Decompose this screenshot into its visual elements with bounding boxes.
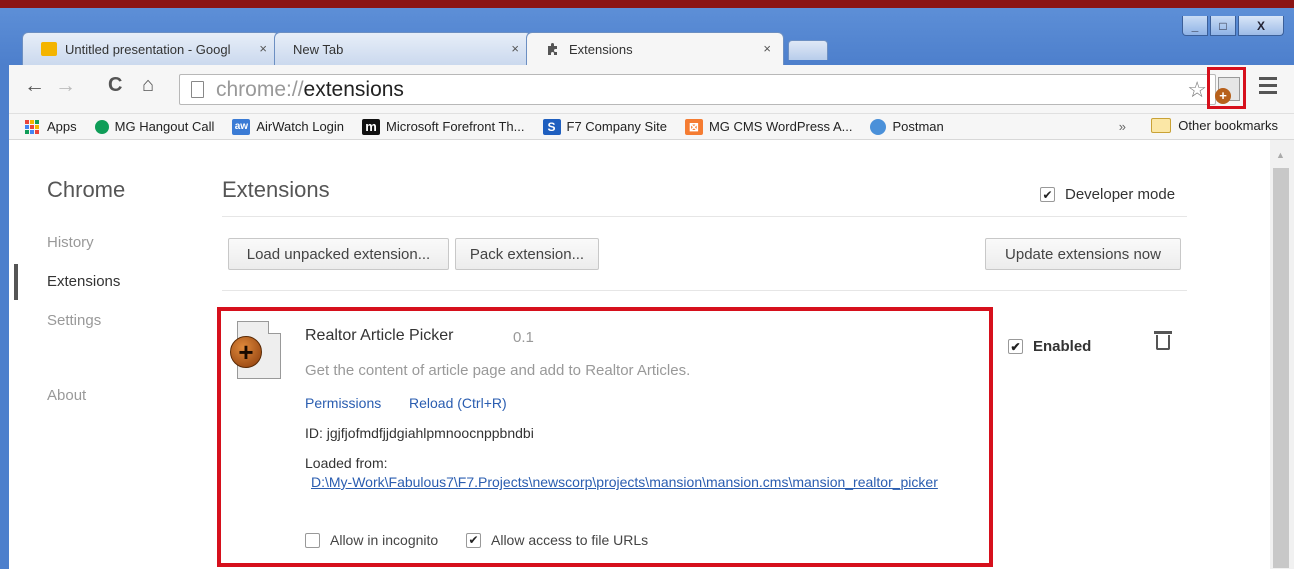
permissions-link[interactable]: Permissions (305, 395, 381, 411)
scrollbar-thumb[interactable] (1273, 168, 1289, 568)
trash-icon[interactable] (1154, 331, 1172, 350)
sidebar-selection-indicator (14, 264, 18, 300)
update-extensions-button[interactable]: Update extensions now (985, 238, 1181, 270)
bookmark-f7-company-site[interactable]: S F7 Company Site (542, 118, 667, 135)
apps-grid-icon (23, 119, 41, 135)
bookmark-label: MG CMS WordPress A... (708, 119, 853, 134)
extension-version: 0.1 (513, 329, 534, 346)
puzzle-icon (545, 41, 561, 57)
bookmark-label: Postman (892, 119, 944, 134)
sidebar-item-extensions[interactable]: Extensions (47, 273, 120, 290)
sidebar-item-settings[interactable]: Settings (47, 312, 101, 329)
sidebar-title: Chrome (47, 177, 126, 202)
bookmark-label: Microsoft Forefront Th... (386, 119, 525, 134)
tab-extensions[interactable]: Extensions × (526, 32, 784, 65)
page-title: Extensions (222, 177, 330, 202)
folder-icon (1151, 118, 1172, 133)
enabled-checkbox[interactable]: ✔ (1008, 339, 1023, 354)
maximize-button[interactable]: □ (1210, 16, 1236, 36)
scroll-up-arrow-icon[interactable]: ▲ (1276, 150, 1285, 160)
extension-icon: + (230, 321, 281, 379)
bookmark-microsoft-forefront[interactable]: m Microsoft Forefront Th... (362, 118, 525, 135)
extension-icon: + (1215, 77, 1240, 104)
bookmark-airwatch-login[interactable]: aw AirWatch Login (232, 118, 345, 135)
buttons-divider (222, 290, 1187, 291)
allow-incognito-option[interactable]: Allow in incognito (305, 532, 438, 548)
wordpress-icon: ⊠ (684, 118, 703, 135)
postman-icon (870, 118, 887, 135)
bookmark-label: Apps (47, 119, 77, 134)
loaded-from-label: Loaded from: (305, 455, 388, 471)
sidebar-item-about[interactable]: About (47, 387, 86, 404)
sidebar-item-history[interactable]: History (47, 234, 94, 251)
other-bookmarks-label: Other bookmarks (1178, 118, 1278, 133)
vertical-scrollbar[interactable]: ▲ (1270, 140, 1294, 569)
allow-file-urls-label: Allow access to file URLs (491, 532, 649, 548)
sharepoint-icon: S (542, 118, 561, 135)
window-controls: _ □ X (1182, 16, 1284, 36)
enabled-label: Enabled (1033, 338, 1092, 355)
tab-new-tab[interactable]: New Tab × (274, 32, 532, 65)
close-window-button[interactable]: X (1238, 16, 1284, 36)
window-top-border (0, 0, 1294, 8)
tab-close-icon[interactable]: × (511, 41, 519, 56)
bookmark-apps[interactable]: Apps (23, 119, 77, 135)
tab-label: Extensions (569, 41, 633, 57)
bookmark-mg-cms-wordpress[interactable]: ⊠ MG CMS WordPress A... (684, 118, 853, 135)
load-unpacked-extension-button[interactable]: Load unpacked extension... (228, 238, 449, 270)
new-tab-button[interactable] (788, 40, 828, 60)
url-text: chrome://extensions (216, 78, 404, 101)
allow-incognito-checkbox[interactable] (305, 532, 320, 548)
developer-mode-checkbox[interactable]: ✔ (1040, 187, 1055, 202)
allow-incognito-label: Allow in incognito (330, 532, 439, 548)
tab-close-icon[interactable]: × (763, 41, 771, 56)
tab-strip: Untitled presentation - Googl × New Tab … (22, 32, 828, 65)
forward-button[interactable]: → (55, 74, 76, 98)
bookmark-label: MG Hangout Call (114, 119, 215, 134)
extension-card: + Realtor Article Picker 0.1 Get the con… (217, 307, 993, 567)
extension-action-button[interactable]: + (1207, 67, 1246, 109)
address-bar[interactable]: chrome://extensions ☆ (179, 74, 1216, 105)
back-button[interactable]: ← (24, 74, 45, 98)
page-icon (191, 81, 204, 98)
page-content: Chrome History Extensions Settings About… (9, 140, 1294, 569)
bookmarks-bar: Apps MG Hangout Call aw AirWatch Login m… (9, 114, 1294, 140)
chrome-menu-icon[interactable] (1259, 77, 1277, 98)
allow-file-urls-option[interactable]: ✔ Allow access to file URLs (466, 532, 648, 548)
reload-link[interactable]: Reload (Ctrl+R) (409, 395, 507, 411)
header-divider (222, 216, 1187, 217)
extension-enabled-toggle[interactable]: ✔ Enabled (1008, 338, 1091, 355)
tab-label: New Tab (293, 41, 344, 57)
extension-id: ID: jgjfjofmdfjjdgiahlpmnoocnppbndbi (305, 425, 534, 441)
reload-button[interactable]: C (108, 74, 122, 97)
pack-extension-button[interactable]: Pack extension... (455, 238, 599, 270)
bookmark-postman[interactable]: Postman (870, 118, 944, 135)
google-slides-icon (41, 42, 57, 56)
developer-mode-label: Developer mode (1065, 186, 1176, 203)
bookmarks-overflow-button[interactable]: » (1119, 119, 1126, 134)
forefront-icon: m (362, 118, 381, 135)
tab-label: Untitled presentation - Googl (65, 41, 231, 57)
hangouts-icon (94, 119, 109, 134)
bookmark-label: AirWatch Login (256, 119, 345, 134)
browser-toolbar: ← → C ⌂ chrome://extensions ☆ + (9, 65, 1294, 114)
extension-path-link[interactable]: D:\My-Work\Fabulous7\F7.Projects\newscor… (311, 473, 991, 492)
airwatch-icon: aw (232, 118, 251, 135)
developer-mode-toggle[interactable]: ✔ Developer mode (1040, 186, 1175, 203)
other-bookmarks-button[interactable]: Other bookmarks (1151, 118, 1278, 133)
bookmark-label: F7 Company Site (566, 119, 667, 134)
bookmark-star-icon[interactable]: ☆ (1187, 77, 1207, 103)
extension-name: Realtor Article Picker (305, 327, 454, 344)
minimize-button[interactable]: _ (1182, 16, 1208, 36)
bookmark-mg-hangout-call[interactable]: MG Hangout Call (94, 119, 215, 134)
tab-untitled-presentation[interactable]: Untitled presentation - Googl × (22, 32, 280, 65)
tab-close-icon[interactable]: × (259, 41, 267, 56)
allow-file-urls-checkbox[interactable]: ✔ (466, 532, 481, 548)
extension-description: Get the content of article page and add … (305, 362, 691, 379)
window-frame-left (0, 65, 9, 569)
home-button[interactable]: ⌂ (142, 74, 154, 97)
